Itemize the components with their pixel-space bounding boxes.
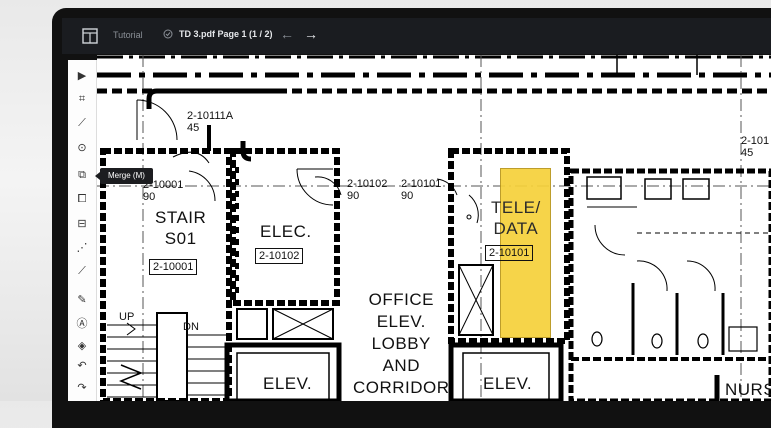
merge-tooltip: Merge (M): [95, 168, 153, 184]
redo-icon[interactable]: ↷: [72, 378, 92, 396]
measure-tool-icon[interactable]: ⟋: [72, 262, 92, 280]
count-tool-icon[interactable]: Ⓐ: [72, 314, 92, 332]
room-label-elevator-left: ELEV.: [263, 374, 313, 393]
drawing-canvas[interactable]: 2-10111A 45 2-10001 90 2-10102 90 2-10101 90…: [97, 55, 771, 401]
polyline-tool-icon[interactable]: ⋰: [72, 238, 92, 256]
subtract-tool-icon[interactable]: ⧠: [72, 190, 92, 208]
room-label-office-elevator-lobby: OFFICE ELEV. LOBBY AND CORRIDOR: [353, 290, 450, 397]
tool-rail: ▶ ⌗ ⟋ ⊙ ⧉ ⧠ ⊟ ⋰ ⟋ ✎ Ⓐ ◈ ↶ ↷: [68, 60, 97, 401]
room-number-elec: 2-10102: [255, 248, 304, 264]
app-toolbar: Tutorial TD 3.pdf Page 1 (1 / 2) ← →: [62, 18, 771, 54]
stair-down-label: DN: [183, 321, 199, 333]
room-label-elevator-right: ELEV.: [483, 374, 533, 393]
select-tool-icon[interactable]: ▶: [72, 66, 92, 84]
point-tool-icon[interactable]: ⊙: [72, 138, 92, 156]
room-label-stair: STAIR S01: [155, 208, 207, 248]
room-number-tele-data: 2-10101: [485, 245, 534, 261]
tutorial-label[interactable]: Tutorial: [113, 30, 143, 40]
app-logo-icon[interactable]: [80, 26, 100, 46]
fill-tool-icon[interactable]: ◈: [72, 336, 92, 354]
stair-up-label: UP: [119, 311, 135, 323]
door-tag: 2-101 45: [741, 135, 770, 159]
area-tool-icon[interactable]: ⊟: [72, 214, 92, 232]
room-label-nurse: NURS: [725, 380, 771, 399]
room-number-stair: 2-10001: [149, 259, 198, 275]
undo-icon[interactable]: ↶: [72, 356, 92, 374]
room-label-elec: ELEC.: [260, 222, 312, 241]
next-page-button[interactable]: →: [304, 26, 318, 42]
door-tag: 2-10102 90: [347, 178, 388, 202]
room-label-tele-data: TELE/ DATA: [491, 198, 541, 238]
merge-tool-icon[interactable]: ⧉: [72, 166, 92, 184]
line-tool-icon[interactable]: ⟋: [72, 114, 92, 132]
door-tag: 2-10111A 45: [187, 110, 234, 134]
crop-tool-icon[interactable]: ⌗: [72, 90, 92, 108]
document-title: TD 3.pdf Page 1 (1 / 2): [179, 29, 273, 39]
door-tag: 2-10101 90: [401, 178, 442, 202]
check-circle-icon: [163, 29, 173, 39]
ruler-tool-icon[interactable]: ✎: [72, 290, 92, 308]
previous-page-button[interactable]: ←: [280, 26, 294, 42]
